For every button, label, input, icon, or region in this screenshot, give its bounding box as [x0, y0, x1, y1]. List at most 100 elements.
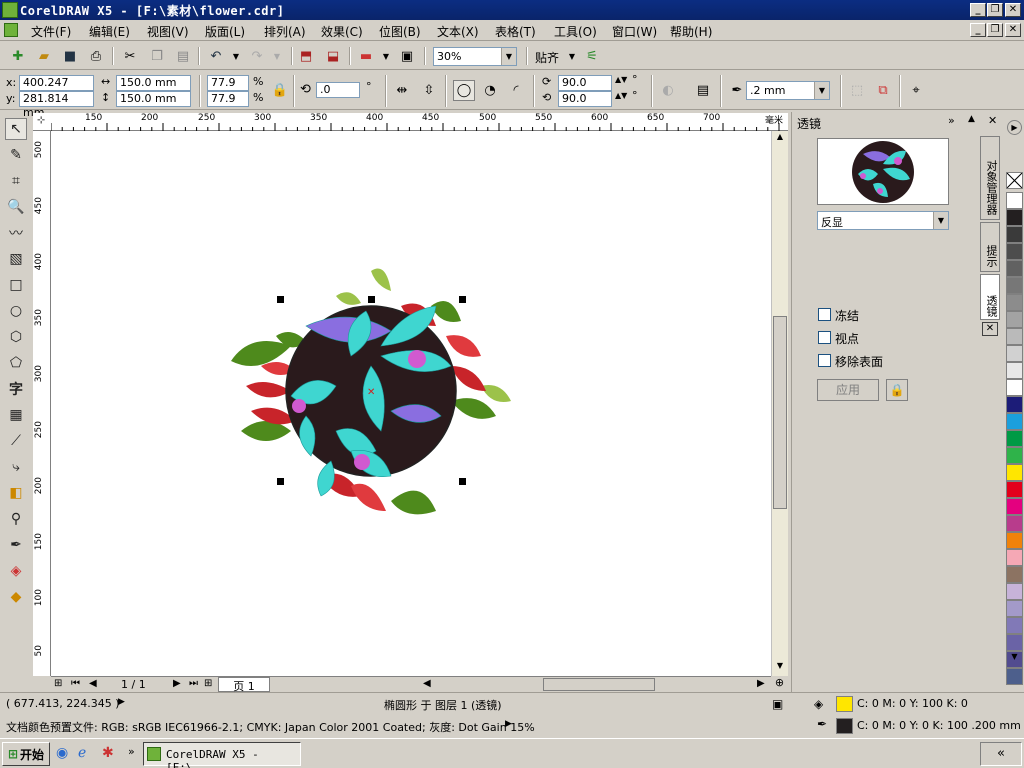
- color-swatch[interactable]: [1006, 515, 1023, 532]
- copy-icon[interactable]: ❐: [148, 47, 166, 65]
- zoom-level-select[interactable]: 30% ▼: [433, 47, 517, 66]
- arc-shape-icon[interactable]: ◜: [507, 81, 525, 99]
- close-button[interactable]: ✕: [1005, 3, 1021, 17]
- document-color-profile[interactable]: 文档颜色预置文件: RGB: sRGB IEC61966-2.1; CMYK: …: [6, 719, 535, 735]
- horizontal-ruler[interactable]: ⊹ 150 200 250 300 350 400 450 500 550 60…: [33, 113, 788, 131]
- wrap-text-icon[interactable]: ▤: [694, 81, 712, 99]
- color-swatch[interactable]: [1006, 277, 1023, 294]
- outline-width-select[interactable]: .2 mm ▼: [746, 81, 830, 100]
- apply-button[interactable]: 应用: [817, 379, 879, 401]
- tab-hints[interactable]: 提示: [980, 222, 1000, 272]
- docker-collapse-icon[interactable]: ▲: [968, 114, 975, 124]
- fill-tool-icon[interactable]: ◈: [5, 560, 27, 582]
- export-icon[interactable]: ⬓: [324, 47, 342, 65]
- menu-view[interactable]: 视图(V): [147, 23, 189, 40]
- next-page-icon[interactable]: ▶: [173, 678, 181, 689]
- color-swatch[interactable]: [1006, 396, 1023, 413]
- document-icon[interactable]: [4, 23, 18, 37]
- restore-button[interactable]: ❐: [987, 3, 1003, 17]
- color-swatch[interactable]: [1006, 447, 1023, 464]
- menu-file[interactable]: 文件(F): [31, 23, 71, 40]
- color-swatch[interactable]: [1006, 583, 1023, 600]
- handle-n[interactable]: [368, 296, 375, 303]
- end-angle-field[interactable]: 90.0: [558, 91, 612, 107]
- add-page-icon[interactable]: ⊞: [54, 678, 62, 689]
- snap-to-button[interactable]: 贴齐: [535, 49, 559, 66]
- color-swatch[interactable]: [1006, 668, 1023, 685]
- mirror-horizontal-icon[interactable]: ⇹: [393, 81, 411, 99]
- pie-shape-icon[interactable]: ◔: [481, 81, 499, 99]
- launcher-dropdown-icon[interactable]: ▼: [377, 47, 395, 65]
- start-button[interactable]: ⊞ 开始: [2, 742, 50, 766]
- freeze-checkbox[interactable]: [818, 308, 831, 321]
- viewpoint-checkbox[interactable]: [818, 331, 831, 344]
- color-swatch[interactable]: [1006, 209, 1023, 226]
- page-tab[interactable]: 页 1: [218, 677, 270, 693]
- taskbar-coreldraw-button[interactable]: CorelDRAW X5 - [F:\...: [143, 742, 301, 768]
- end-angle-spinner-icon[interactable]: ▲▼: [615, 91, 627, 100]
- freehand-tool-icon[interactable]: 〰: [5, 222, 27, 244]
- text-tool-icon[interactable]: 字: [5, 378, 27, 400]
- color-swatch[interactable]: [1006, 260, 1023, 277]
- quicklaunch-more-icon[interactable]: »: [128, 745, 135, 758]
- cut-icon[interactable]: ✂: [121, 47, 139, 65]
- scroll-down-icon[interactable]: ▼: [773, 661, 787, 675]
- quicklaunch-icon[interactable]: ✱: [102, 745, 114, 761]
- color-swatch[interactable]: [1006, 345, 1023, 362]
- add-page-end-icon[interactable]: ⊞: [204, 678, 212, 689]
- open-folder-icon[interactable]: ▰: [35, 47, 53, 65]
- ie-icon[interactable]: ℯ: [78, 745, 86, 761]
- rotation-field[interactable]: .0: [316, 82, 360, 98]
- table-tool-icon[interactable]: ▦: [5, 404, 27, 426]
- menu-window[interactable]: 窗口(W): [612, 23, 657, 40]
- polygon-tool-icon[interactable]: ⬡: [5, 326, 27, 348]
- fill-color-swatch[interactable]: [836, 696, 853, 712]
- paste-icon[interactable]: ▤: [174, 47, 192, 65]
- color-swatch[interactable]: [1006, 498, 1023, 515]
- ellipse-shape-icon[interactable]: ◯: [453, 80, 475, 101]
- redo-dropdown-icon[interactable]: ▼: [268, 47, 286, 65]
- handle-nw[interactable]: [277, 296, 284, 303]
- color-swatch[interactable]: [1006, 362, 1023, 379]
- menu-table[interactable]: 表格(T): [495, 23, 536, 40]
- lock-icon[interactable]: 🔒: [886, 379, 908, 401]
- doc-restore-button[interactable]: ❐: [987, 23, 1003, 37]
- color-swatch[interactable]: [1006, 328, 1023, 345]
- coreldraw-app-icon[interactable]: [2, 2, 18, 18]
- dimension-tool-icon[interactable]: ⟋: [5, 430, 27, 452]
- smart-fill-tool-icon[interactable]: ▧: [5, 248, 27, 270]
- color-swatch[interactable]: [1006, 192, 1023, 209]
- mirror-vertical-icon[interactable]: ⇳: [420, 81, 438, 99]
- color-swatch[interactable]: [1006, 600, 1023, 617]
- ellipse-tool-icon[interactable]: ○: [5, 300, 27, 322]
- doc-close-button[interactable]: ✕: [1005, 23, 1021, 37]
- save-icon[interactable]: ■: [61, 47, 79, 65]
- vertical-scrollbar[interactable]: ▲ ▼: [771, 131, 788, 676]
- scroll-up-icon[interactable]: ▲: [773, 132, 787, 146]
- x-position-field[interactable]: 400.247 mm: [19, 75, 94, 103]
- palette-scroll-down-icon[interactable]: ▼: [1007, 652, 1022, 664]
- rectangle-tool-icon[interactable]: □: [5, 274, 27, 296]
- color-swatch[interactable]: [1006, 566, 1023, 583]
- crop-tool-icon[interactable]: ⌗: [5, 170, 27, 192]
- expand-status-icon[interactable]: ▶: [118, 697, 125, 707]
- minimize-button[interactable]: _: [970, 3, 986, 17]
- color-swatch[interactable]: [1006, 430, 1023, 447]
- color-swatch[interactable]: [1006, 294, 1023, 311]
- height-field[interactable]: 150.0 mm: [116, 91, 191, 107]
- scale-width-field[interactable]: 77.9: [207, 75, 249, 91]
- color-swatch[interactable]: [1006, 634, 1023, 651]
- basic-shapes-tool-icon[interactable]: ⬠: [5, 352, 27, 374]
- tab-object-manager[interactable]: 对象管理器: [980, 136, 1000, 220]
- interactive-fill-tool-icon[interactable]: ◆: [5, 586, 27, 608]
- snap-status-icon[interactable]: ▣: [772, 697, 783, 711]
- menu-tools[interactable]: 工具(O): [554, 23, 597, 40]
- undo-icon[interactable]: ↶: [207, 47, 225, 65]
- new-document-icon[interactable]: ✚: [9, 47, 27, 65]
- palette-scroll-up-icon[interactable]: ▶: [1007, 120, 1022, 135]
- redo-icon[interactable]: ↷: [248, 47, 266, 65]
- color-swatch[interactable]: [1006, 617, 1023, 634]
- snap-dropdown-icon[interactable]: ▼: [563, 47, 581, 65]
- convert-to-curves-icon[interactable]: ⬚: [848, 81, 866, 99]
- undo-dropdown-icon[interactable]: ▼: [227, 47, 245, 65]
